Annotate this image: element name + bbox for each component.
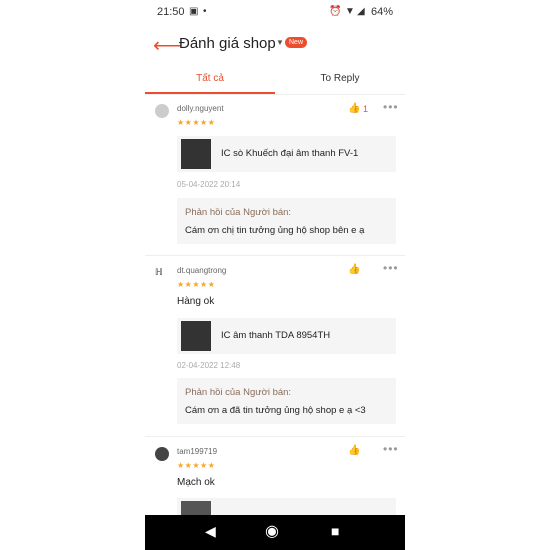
nav-recents-icon[interactable]: ■ xyxy=(331,523,339,539)
dot-icon: • xyxy=(203,6,207,17)
more-dots-icon[interactable]: ••• xyxy=(383,100,399,114)
seller-reply: Phản hồi của Người bán: Cám ơn chị tin t… xyxy=(177,198,396,244)
seller-reply-label: Phản hồi của Người bán: xyxy=(185,207,292,218)
arrow-left-icon[interactable]: ⟵ xyxy=(153,33,182,58)
wifi-icon: ▼ xyxy=(345,6,355,17)
review-date: 02-04-2022 12:48 xyxy=(177,361,241,370)
reviewer-name: tam199719 xyxy=(177,447,218,456)
new-badge: New xyxy=(285,37,308,48)
product-thumbnail xyxy=(181,321,211,351)
signal-icon: ◢ xyxy=(357,6,365,17)
android-nav-bar: ◀ ◉ ■ xyxy=(145,515,405,550)
divider xyxy=(145,255,405,256)
seller-reply-label: Phản hồi của Người bán: xyxy=(185,387,292,398)
more-dots-icon[interactable]: ••• xyxy=(383,261,399,275)
reviewer-name: dt.quangtrong xyxy=(177,266,227,275)
nav-home-icon[interactable]: ◉ xyxy=(265,521,279,541)
phone-screen: 21:50 ▣ • ⏰ ▼ ◢ 64% ⟵ Đánh giá shop ▼ Ne… xyxy=(145,0,405,550)
avatar[interactable] xyxy=(155,104,169,118)
tab-bar: Tất cả To Reply xyxy=(145,64,405,95)
reviewer-name: dolly.nguyent xyxy=(177,104,224,113)
avatar[interactable]: ℍ xyxy=(155,266,169,280)
product-name: IC sò Khuếch đại âm thanh FV-1 xyxy=(221,148,359,159)
product-card[interactable]: IC sò Khuếch đại âm thanh FV-1 xyxy=(177,136,396,172)
status-bar: 21:50 ▣ • ⏰ ▼ ◢ 64% xyxy=(145,0,405,24)
status-time: 21:50 xyxy=(157,6,185,18)
divider xyxy=(145,436,405,437)
rating-stars: ★★★★★ xyxy=(177,461,216,470)
rating-stars: ★★★★★ xyxy=(177,118,216,127)
alarm-icon: ⏰ xyxy=(329,6,342,17)
thumbs-up-icon[interactable]: 👍 xyxy=(348,264,360,275)
header: ⟵ Đánh giá shop ▼ New xyxy=(145,24,405,64)
thumbs-up-icon[interactable]: 👍 xyxy=(348,445,360,456)
tab-to-reply[interactable]: To Reply xyxy=(275,64,405,94)
thumbs-up-icon[interactable]: 👍 xyxy=(348,103,360,114)
avatar-glyph: ℍ xyxy=(155,267,163,277)
tab-indicator xyxy=(145,92,275,94)
more-dots-icon[interactable]: ••• xyxy=(383,442,399,456)
product-card[interactable]: IC âm thanh TDA 8954TH xyxy=(177,318,396,354)
product-thumbnail xyxy=(181,139,211,169)
avatar[interactable] xyxy=(155,447,169,461)
seller-reply-text: Cám ơn chị tin tưởng ủng hộ shop bên e ạ xyxy=(185,225,365,236)
review-comment: Mạch ok xyxy=(177,477,215,488)
nav-back-icon[interactable]: ◀ xyxy=(205,523,216,540)
tab-all[interactable]: Tất cả xyxy=(145,64,275,94)
review-comment: Hàng ok xyxy=(177,296,215,307)
chevron-down-icon[interactable]: ▼ xyxy=(276,38,284,47)
product-name: IC âm thanh TDA 8954TH xyxy=(221,330,331,341)
battery-level: 64% xyxy=(370,6,393,18)
rating-stars: ★★★★★ xyxy=(177,280,216,289)
like-count: 1 xyxy=(363,104,369,114)
gallery-icon: ▣ xyxy=(189,6,199,17)
seller-reply: Phản hồi của Người bán: Cám ơn a đã tin … xyxy=(177,378,396,424)
page-title[interactable]: Đánh giá shop xyxy=(179,35,276,52)
seller-reply-text: Cám ơn a đã tin tưởng ủng hộ shop e ạ <3 xyxy=(185,405,366,416)
review-date: 05-04-2022 20:14 xyxy=(177,180,241,189)
